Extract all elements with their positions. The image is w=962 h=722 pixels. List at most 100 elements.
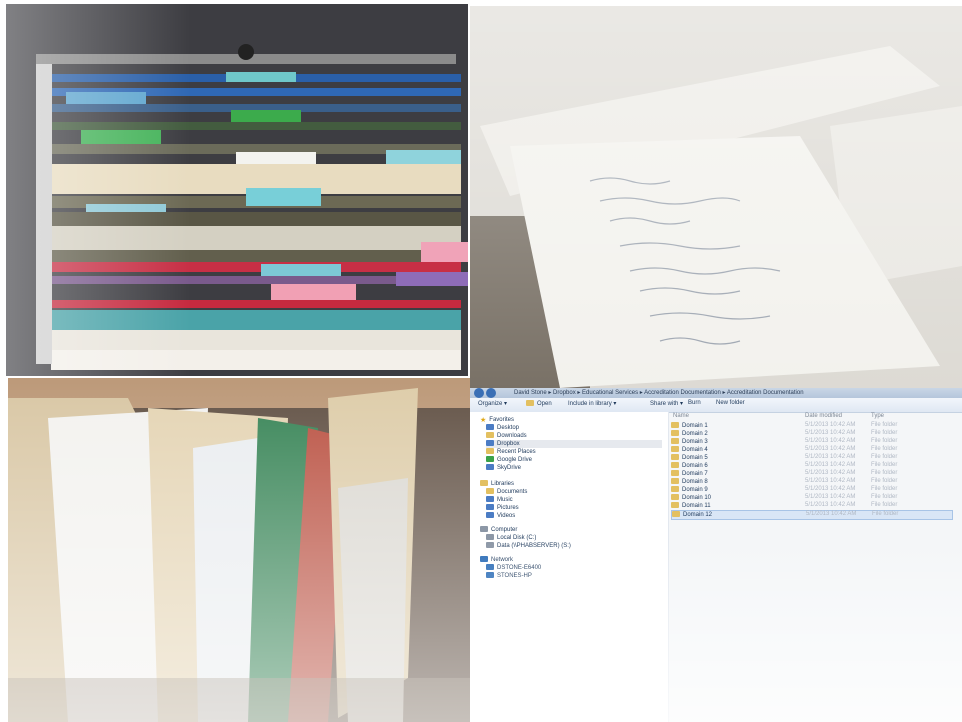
file-type: File folder — [871, 502, 898, 508]
nav-videos[interactable]: Videos — [486, 512, 515, 520]
back-arrow-icon[interactable] — [474, 388, 484, 398]
date-modified: 5/1/2013 10:42 AM — [805, 438, 856, 444]
nav-dropbox[interactable]: Dropbox — [486, 440, 662, 448]
manila-folders-illustration — [8, 378, 470, 722]
nav-computer[interactable]: Computer — [480, 526, 517, 534]
nav-network-computer-1[interactable]: DSTONE-E6400 — [486, 564, 541, 572]
network-computer-icon — [486, 564, 494, 570]
nav-skydrive[interactable]: SkyDrive — [486, 464, 521, 472]
music-icon — [486, 496, 494, 502]
table-row[interactable]: Domain 3 5/1/2013 10:42 AM File folder — [671, 438, 951, 446]
nav-downloads[interactable]: Downloads — [486, 432, 527, 440]
burn-button[interactable]: Burn — [688, 400, 701, 406]
nav-pictures[interactable]: Pictures — [486, 504, 519, 512]
table-row[interactable]: Domain 5 5/1/2013 10:42 AM File folder — [671, 454, 951, 462]
column-header-type[interactable]: Type — [871, 413, 884, 419]
date-modified: 5/1/2013 10:42 AM — [805, 470, 856, 476]
file-type: File folder — [871, 454, 898, 460]
videos-icon — [486, 512, 494, 518]
nav-documents[interactable]: Documents — [486, 488, 527, 496]
folder-icon — [671, 438, 679, 444]
folder-name: Domain 11 — [671, 502, 711, 509]
table-row[interactable]: Domain 9 5/1/2013 10:42 AM File folder — [671, 486, 951, 494]
date-modified: 5/1/2013 10:42 AM — [805, 462, 856, 468]
google-drive-icon — [486, 456, 494, 462]
folder-name: Domain 7 — [671, 470, 708, 477]
table-row[interactable]: Domain 11 5/1/2013 10:42 AM File folder — [671, 502, 951, 510]
organize-button[interactable]: Organize ▾ — [478, 400, 507, 407]
documents-icon — [486, 488, 494, 494]
date-modified: 5/1/2013 10:42 AM — [805, 446, 856, 452]
table-row[interactable]: Domain 6 5/1/2013 10:42 AM File folder — [671, 462, 951, 470]
skydrive-icon — [486, 464, 494, 470]
navigation-pane: ★ Favorites Desktop Downloads Dropbox Rec… — [470, 412, 669, 722]
nav-data-drive[interactable]: Data (\\PHABSERVER) (S:) — [486, 542, 571, 550]
breadcrumb[interactable]: David Stone ▸ Dropbox ▸ Educational Serv… — [514, 389, 804, 396]
folder-name: Domain 10 — [671, 494, 711, 501]
nav-music[interactable]: Music — [486, 496, 513, 504]
date-modified: 5/1/2013 10:42 AM — [806, 511, 857, 517]
file-list: Name Date modified Type Domain 1 5/1/2013… — [669, 412, 962, 722]
date-modified: 5/1/2013 10:42 AM — [805, 486, 856, 492]
table-row[interactable]: Domain 8 5/1/2013 10:42 AM File folder — [671, 478, 951, 486]
file-type: File folder — [871, 470, 898, 476]
new-folder-button[interactable]: New folder — [716, 400, 745, 406]
date-modified: 5/1/2013 10:42 AM — [805, 502, 856, 508]
open-folder-icon — [526, 400, 534, 406]
date-modified: 5/1/2013 10:42 AM — [805, 454, 856, 460]
folder-name: Domain 8 — [671, 478, 708, 485]
file-drawer-illustration — [6, 4, 468, 376]
folder-name: Domain 4 — [671, 446, 708, 453]
address-bar[interactable]: David Stone ▸ Dropbox ▸ Educational Serv… — [470, 388, 962, 398]
file-type: File folder — [871, 438, 898, 444]
nav-network[interactable]: Network — [480, 556, 513, 564]
folder-icon — [671, 494, 679, 500]
nav-network-computer-2[interactable]: STONES-HP — [486, 572, 532, 580]
folder-icon — [671, 430, 679, 436]
column-header-name[interactable]: Name — [673, 413, 689, 419]
hanging-file-drawer-photo — [6, 4, 468, 376]
date-modified: 5/1/2013 10:42 AM — [805, 494, 856, 500]
nav-google-drive[interactable]: Google Drive — [486, 456, 532, 464]
table-row[interactable]: Domain 7 5/1/2013 10:42 AM File folder — [671, 470, 951, 478]
explorer-window: David Stone ▸ Dropbox ▸ Educational Serv… — [470, 388, 962, 722]
nav-recent-places[interactable]: Recent Places — [486, 448, 536, 456]
table-row[interactable]: Domain 4 5/1/2013 10:42 AM File folder — [671, 446, 951, 454]
file-type: File folder — [872, 511, 899, 517]
nav-libraries[interactable]: Libraries — [480, 480, 514, 488]
computer-icon — [480, 526, 488, 532]
folder-name: Domain 2 — [671, 430, 708, 437]
date-modified: 5/1/2013 10:42 AM — [805, 478, 856, 484]
notes-papers-illustration — [470, 6, 962, 388]
folder-icon — [671, 454, 679, 460]
file-type: File folder — [871, 430, 898, 436]
include-in-library-button[interactable]: Include in library ▾ — [568, 400, 616, 407]
column-header-date[interactable]: Date modified — [805, 413, 842, 419]
nav-local-disk[interactable]: Local Disk (C:) — [486, 534, 536, 542]
folder-icon — [671, 462, 679, 468]
file-type: File folder — [871, 478, 898, 484]
nav-desktop[interactable]: Desktop — [486, 424, 519, 432]
open-button[interactable]: Open — [526, 400, 552, 407]
network-drive-icon — [486, 542, 494, 548]
file-type: File folder — [871, 494, 898, 500]
share-with-button[interactable]: Share with ▾ — [650, 400, 683, 407]
folder-icon — [671, 502, 679, 508]
folder-icon — [671, 478, 679, 484]
file-type: File folder — [871, 486, 898, 492]
manila-folders-photo — [8, 378, 470, 722]
network-computer-icon — [486, 572, 494, 578]
table-row[interactable]: Domain 1 5/1/2013 10:42 AM File folder — [671, 422, 951, 430]
forward-arrow-icon[interactable] — [486, 388, 496, 398]
folder-name: Domain 12 — [672, 511, 712, 518]
table-row[interactable]: Domain 12 5/1/2013 10:42 AM File folder — [671, 510, 953, 520]
table-row[interactable]: Domain 2 5/1/2013 10:42 AM File folder — [671, 430, 951, 438]
nav-favorites[interactable]: ★ Favorites — [480, 416, 514, 424]
network-icon — [480, 556, 488, 562]
recent-places-icon — [486, 448, 494, 454]
file-type: File folder — [871, 446, 898, 452]
dropbox-icon — [486, 440, 494, 446]
table-row[interactable]: Domain 10 5/1/2013 10:42 AM File folder — [671, 494, 951, 502]
folder-name: Domain 3 — [671, 438, 708, 445]
command-bar: Organize ▾ Open Include in library ▾ Sha… — [470, 398, 962, 413]
